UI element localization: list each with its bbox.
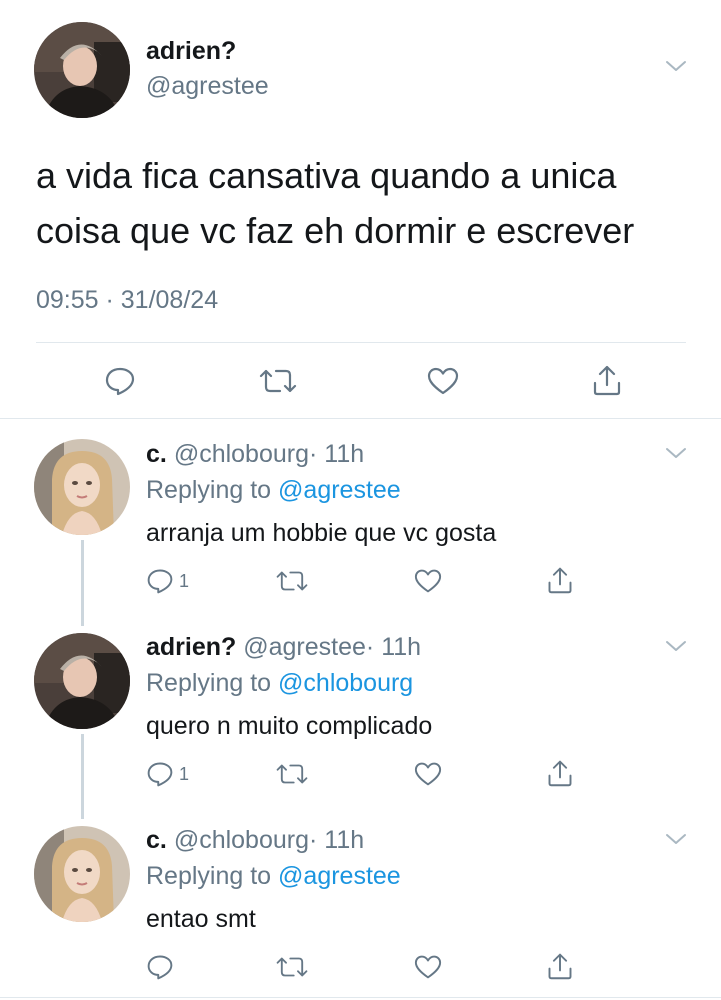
thread-line [81, 540, 84, 626]
thread-line [81, 734, 84, 819]
avatar-chlobourg[interactable] [34, 826, 130, 922]
replying-to: Replying to @agrestee [146, 862, 401, 891]
replying-to-link[interactable]: @agrestee [278, 476, 401, 504]
reply-header: c. @chlobourg· 11h [146, 440, 364, 469]
retweet-icon[interactable] [275, 762, 309, 786]
retweet-icon[interactable] [258, 367, 298, 395]
tweet-text: a vida fica cansativa quando a unica coi… [36, 155, 635, 251]
reply-time: · 11h [309, 826, 365, 854]
share-icon[interactable] [546, 565, 574, 595]
reply-time: · 11h [309, 440, 365, 468]
share-icon[interactable] [591, 363, 623, 397]
tweet-timestamp[interactable]: 09:55 · 31/08/24 [36, 286, 218, 315]
reply-author-handle[interactable]: @chlobourg [174, 826, 309, 854]
retweet-icon[interactable] [275, 569, 309, 593]
reply-time: · 11h [365, 633, 422, 661]
reply-text: arranja um hobbie que vc gosta [146, 519, 497, 547]
author-handle[interactable]: @agrestee [146, 72, 269, 101]
avatar-adrien[interactable] [34, 633, 130, 729]
replying-to: Replying to @chlobourg [146, 669, 413, 698]
chevron-down-icon[interactable] [664, 831, 688, 847]
reply-text: quero n muito complicado [146, 712, 433, 740]
reply-icon [147, 569, 173, 594]
reply-icon [147, 762, 173, 787]
reply-author-handle[interactable]: @agrestee [243, 633, 366, 661]
replying-to-link[interactable]: @chlobourg [278, 669, 413, 697]
chevron-down-icon[interactable] [664, 58, 688, 74]
reply-author-handle[interactable]: @chlobourg [174, 440, 309, 468]
divider [0, 418, 721, 419]
retweet-icon[interactable] [275, 955, 309, 979]
avatar-chlobourg[interactable] [34, 439, 130, 535]
reply-icon[interactable] [104, 365, 136, 397]
replying-to-label: Replying to [146, 669, 272, 697]
reply-count: 1 [179, 571, 190, 591]
chevron-down-icon[interactable] [664, 445, 688, 461]
author-name[interactable]: adrien? [146, 37, 236, 66]
replying-to-link[interactable]: @agrestee [278, 862, 401, 890]
replying-to: Replying to @agrestee [146, 476, 401, 505]
replying-to-label: Replying to [146, 476, 272, 504]
divider [36, 342, 686, 343]
like-icon[interactable] [413, 568, 443, 594]
reply-author-name[interactable]: adrien? [146, 633, 236, 661]
like-icon[interactable] [413, 954, 443, 980]
like-icon[interactable] [426, 366, 460, 396]
reply-author-name[interactable]: c. [146, 440, 167, 468]
reply-text: entao smt [146, 905, 256, 933]
chevron-down-icon[interactable] [664, 638, 688, 654]
avatar-adrien[interactable] [34, 22, 130, 118]
reply-header: c. @chlobourg· 11h [146, 826, 364, 855]
divider [0, 997, 721, 998]
reply-icon[interactable] [146, 953, 174, 981]
reply-count: 1 [179, 764, 190, 784]
reply-author-name[interactable]: c. [146, 826, 167, 854]
like-icon[interactable] [413, 761, 443, 787]
share-icon[interactable] [546, 951, 574, 981]
replying-to-label: Replying to [146, 862, 272, 890]
reply-header: adrien? @agrestee· 11h [146, 633, 421, 662]
share-icon[interactable] [546, 758, 574, 788]
